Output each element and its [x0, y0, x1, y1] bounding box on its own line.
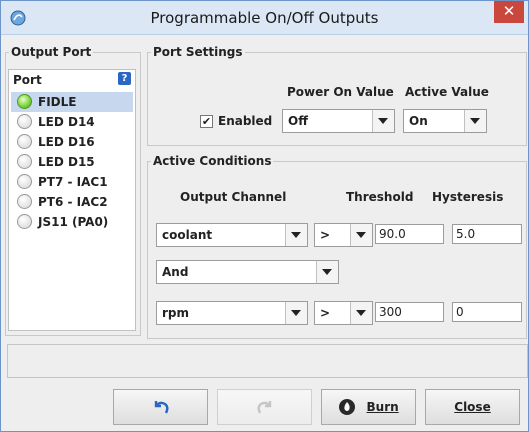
output-channel-header: Output Channel: [180, 190, 287, 204]
led-indicator-icon: [17, 154, 32, 169]
chevron-down-icon[interactable]: [316, 261, 338, 283]
port-item-js11-pa0[interactable]: JS11 (PA0): [11, 212, 133, 232]
row2-channel-text: rpm: [162, 306, 190, 320]
active-value-label: Active Value: [405, 85, 489, 99]
port-item-fidle[interactable]: FIDLE: [11, 92, 133, 112]
close-button-label: Close: [454, 400, 491, 414]
led-indicator-icon: [17, 214, 32, 229]
led-indicator-icon: [17, 114, 32, 129]
port-list[interactable]: Port ? FIDLE LED D14 LED D16 LED D15 PT7…: [8, 69, 136, 331]
port-item-pt6-iac2[interactable]: PT6 - IAC2: [11, 192, 133, 212]
close-button[interactable]: Close: [425, 389, 520, 425]
led-indicator-icon: [17, 174, 32, 189]
port-settings-group-label: Port Settings: [151, 45, 245, 59]
hysteresis-header: Hysteresis: [432, 190, 504, 204]
led-indicator-icon: [17, 194, 32, 209]
row2-operator-text: >: [320, 306, 331, 320]
port-column-label: Port: [13, 73, 42, 87]
port-item-label: JS11 (PA0): [38, 215, 109, 229]
flame-icon: [339, 399, 356, 415]
status-bar: [7, 344, 528, 378]
enabled-label: Enabled: [218, 114, 273, 128]
redo-button[interactable]: [217, 389, 312, 425]
redo-icon: [257, 401, 271, 414]
port-item-label: LED D16: [38, 135, 95, 149]
led-indicator-icon: [17, 94, 32, 109]
chevron-down-icon[interactable]: [285, 224, 307, 246]
undo-button[interactable]: [113, 389, 208, 425]
row1-operator-select[interactable]: >: [314, 223, 373, 247]
row2-operator-select[interactable]: >: [314, 301, 373, 325]
port-item-label: PT6 - IAC2: [38, 195, 108, 209]
help-icon[interactable]: ?: [118, 72, 131, 85]
chevron-down-icon[interactable]: [350, 302, 372, 324]
window-close-button[interactable]: ✕: [494, 1, 524, 23]
row1-threshold-input[interactable]: 90.0: [375, 224, 444, 244]
port-item-led-d16[interactable]: LED D16: [11, 132, 133, 152]
active-value-text: On: [409, 114, 428, 128]
active-conditions-group-label: Active Conditions: [151, 154, 274, 168]
led-indicator-icon: [17, 134, 32, 149]
active-value-select[interactable]: On: [403, 109, 487, 133]
port-item-led-d15[interactable]: LED D15: [11, 152, 133, 172]
row1-hysteresis-input[interactable]: 5.0: [452, 224, 522, 244]
output-port-group-label: Output Port: [9, 45, 94, 59]
row1-channel-text: coolant: [162, 228, 213, 242]
chevron-down-icon[interactable]: [464, 110, 486, 132]
undo-icon: [154, 401, 168, 414]
row2-threshold-input[interactable]: 300: [375, 302, 444, 322]
port-list-header: Port ?: [13, 70, 133, 90]
burn-button[interactable]: Burn: [321, 389, 416, 425]
port-item-label: FIDLE: [38, 95, 77, 109]
port-item-label: PT7 - IAC1: [38, 175, 108, 189]
chevron-down-icon[interactable]: [285, 302, 307, 324]
port-item-pt7-iac1[interactable]: PT7 - IAC1: [11, 172, 133, 192]
power-on-value-select[interactable]: Off: [282, 109, 395, 133]
logic-text: And: [162, 265, 189, 279]
port-item-label: LED D15: [38, 155, 95, 169]
window-title: Programmable On/Off Outputs: [150, 9, 379, 27]
threshold-header: Threshold: [346, 190, 414, 204]
logic-select[interactable]: And: [156, 260, 339, 284]
power-on-value-label: Power On Value: [287, 85, 394, 99]
row2-channel-select[interactable]: rpm: [156, 301, 308, 325]
power-on-value-text: Off: [288, 114, 308, 128]
burn-button-label: Burn: [366, 400, 399, 414]
enabled-checkbox[interactable]: ✔: [200, 115, 213, 128]
title-bar: Programmable On/Off Outputs ✕: [1, 1, 528, 35]
row2-hysteresis-input[interactable]: 0: [452, 302, 522, 322]
chevron-down-icon[interactable]: [350, 224, 372, 246]
port-item-label: LED D14: [38, 115, 95, 129]
main-window: Programmable On/Off Outputs ✕ Output Por…: [0, 0, 529, 432]
chevron-down-icon[interactable]: [372, 110, 394, 132]
port-item-led-d14[interactable]: LED D14: [11, 112, 133, 132]
row1-operator-text: >: [320, 228, 331, 242]
row1-channel-select[interactable]: coolant: [156, 223, 308, 247]
